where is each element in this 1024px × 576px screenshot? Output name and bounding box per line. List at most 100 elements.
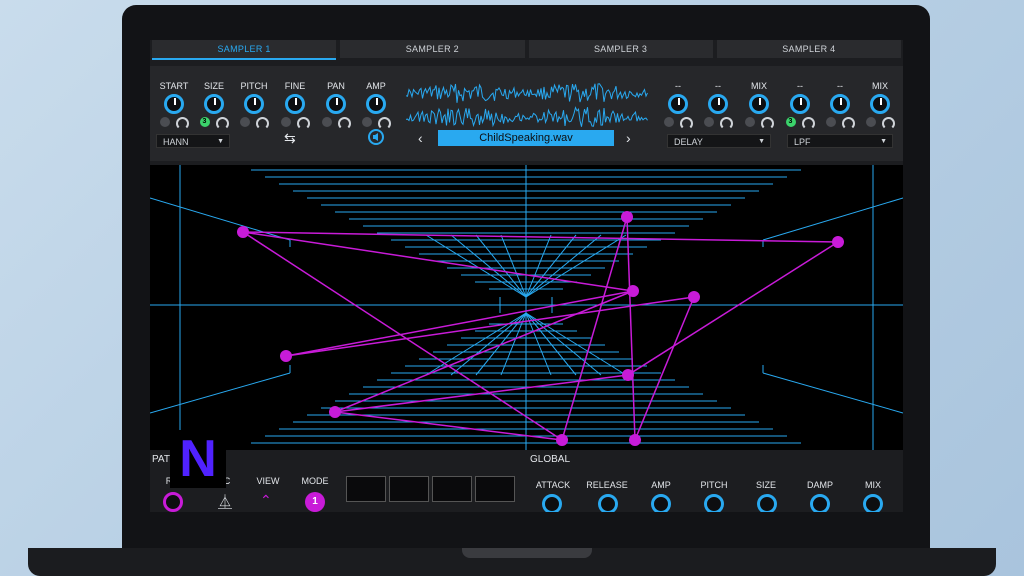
grain-point[interactable] bbox=[688, 291, 700, 303]
chevron-up-icon[interactable]: ⌃ bbox=[260, 492, 272, 509]
perspective-ray-top bbox=[525, 234, 602, 298]
perspective-ray-top bbox=[500, 234, 527, 298]
fx1-mix-knob[interactable] bbox=[749, 94, 769, 114]
amp-knob[interactable] bbox=[366, 94, 386, 114]
pattern-thumb-4[interactable] bbox=[475, 476, 515, 502]
pitch-label: PITCH bbox=[240, 81, 268, 91]
pattern-thumb-1[interactable] bbox=[346, 476, 386, 502]
size-knob[interactable] bbox=[204, 94, 224, 114]
effect-1-select-value: DELAY bbox=[674, 137, 703, 147]
grain-visualizer[interactable] bbox=[150, 165, 903, 450]
amp-mod-ring[interactable] bbox=[377, 117, 391, 130]
start-mod-ring[interactable] bbox=[175, 117, 189, 130]
amp-label: AMP bbox=[366, 81, 386, 91]
metronome-icon[interactable]: ⏅ bbox=[218, 492, 232, 512]
fx1-mix-mod-ring[interactable] bbox=[760, 117, 774, 130]
fx1-knob-1-mod-dot[interactable] bbox=[663, 117, 674, 127]
fx1-mix-mod-dot[interactable] bbox=[744, 117, 755, 127]
fx2-mix-mod-dot[interactable] bbox=[865, 117, 876, 127]
waveform-trace bbox=[406, 106, 648, 128]
grain-path-segment bbox=[561, 216, 628, 441]
fx2-knob-2[interactable] bbox=[830, 94, 850, 114]
grain-point[interactable] bbox=[280, 350, 292, 362]
pan-mod-ring[interactable] bbox=[337, 117, 351, 130]
pattern-mode-label: MODE bbox=[301, 476, 329, 486]
effect-2-select-value: LPF bbox=[794, 137, 811, 147]
amp-knob-group: AMP bbox=[356, 80, 396, 130]
pattern-rate-knob[interactable] bbox=[163, 492, 183, 512]
fx1-knob-2-mod-dot[interactable] bbox=[703, 117, 714, 127]
waveform-bottom bbox=[406, 106, 648, 128]
global-mix-knob[interactable] bbox=[863, 494, 883, 512]
fine-mod-dot[interactable] bbox=[280, 117, 291, 127]
grain-point[interactable] bbox=[627, 285, 639, 297]
chevron-down-icon: ▼ bbox=[217, 138, 224, 145]
tab-sampler-4[interactable]: SAMPLER 4 bbox=[716, 40, 901, 58]
start-mod-dot[interactable] bbox=[159, 117, 170, 127]
fx2-mix-knob[interactable] bbox=[870, 94, 890, 114]
fine-mod-ring[interactable] bbox=[296, 117, 310, 130]
fx1-knob-2-mod-ring[interactable] bbox=[719, 117, 733, 130]
fx2-knob-1[interactable] bbox=[790, 94, 810, 114]
global-size-knob[interactable] bbox=[757, 494, 777, 512]
size-label: SIZE bbox=[203, 81, 224, 91]
swap-arrows-icon[interactable]: ⇆ bbox=[284, 130, 296, 147]
fx1-knob-1[interactable] bbox=[668, 94, 688, 114]
effect-1-select[interactable]: DELAY ▼ bbox=[667, 134, 771, 148]
fx2-knob-1-mod-badge[interactable]: 3 bbox=[785, 117, 796, 127]
pattern-thumb-2[interactable] bbox=[389, 476, 429, 502]
chevron-down-icon: ▼ bbox=[880, 138, 887, 145]
grain-path-segment bbox=[626, 216, 636, 441]
global-damp-knob[interactable] bbox=[810, 494, 830, 512]
fx2-knob-2-mod-dot[interactable] bbox=[825, 117, 836, 127]
global-amp-knob[interactable] bbox=[651, 494, 671, 512]
global-release-knob[interactable] bbox=[598, 494, 618, 512]
grain-point[interactable] bbox=[329, 406, 341, 418]
fx1-knob-1-mod-ring[interactable] bbox=[679, 117, 693, 130]
fx1-knob-2[interactable] bbox=[708, 94, 728, 114]
tab-sampler-1[interactable]: SAMPLER 1 bbox=[152, 40, 337, 60]
pan-knob[interactable] bbox=[326, 94, 346, 114]
grain-point[interactable] bbox=[621, 211, 633, 223]
tab-sampler-2[interactable]: SAMPLER 2 bbox=[340, 40, 525, 58]
grain-point[interactable] bbox=[629, 434, 641, 446]
effect-2-select[interactable]: LPF ▼ bbox=[787, 134, 893, 148]
fx2-knob-2-mod-ring[interactable] bbox=[841, 117, 855, 130]
pitch-mod-ring[interactable] bbox=[255, 117, 269, 130]
grain-point[interactable] bbox=[237, 226, 249, 238]
pan-mod-dot[interactable] bbox=[321, 117, 332, 127]
global-size-label: SIZE bbox=[755, 480, 776, 490]
pitch-knob[interactable] bbox=[244, 94, 264, 114]
prev-file-button[interactable]: ‹ bbox=[418, 130, 423, 146]
fx1-knob-1-label: -- bbox=[675, 81, 681, 91]
start-label: START bbox=[159, 81, 189, 91]
sample-file-name[interactable]: ChildSpeaking.wav bbox=[438, 130, 614, 146]
start-knob[interactable] bbox=[164, 94, 184, 114]
pattern-mode-button[interactable]: 1 bbox=[305, 492, 325, 512]
global-attack-knob[interactable] bbox=[542, 494, 562, 512]
fx2-knob-1-mod-ring[interactable] bbox=[801, 117, 815, 130]
pitch-mod-dot[interactable] bbox=[239, 117, 250, 127]
visualizer-grid bbox=[150, 165, 903, 450]
fx2-knob-1-group: -- 3 bbox=[780, 80, 820, 130]
size-mod-badge[interactable]: 3 bbox=[199, 117, 210, 127]
global-pitch-knob[interactable] bbox=[704, 494, 724, 512]
grain-point[interactable] bbox=[832, 236, 844, 248]
fx2-mix-mod-ring[interactable] bbox=[881, 117, 895, 130]
size-mod-ring[interactable] bbox=[215, 117, 229, 130]
speaker-icon[interactable] bbox=[368, 129, 384, 145]
fx1-knob-2-label: -- bbox=[715, 81, 721, 91]
grain-point[interactable] bbox=[556, 434, 568, 446]
grain-point[interactable] bbox=[622, 369, 634, 381]
waveform-display[interactable] bbox=[406, 80, 648, 130]
pan-knob-group: PAN bbox=[316, 80, 356, 130]
perspective-ray-top bbox=[525, 234, 577, 298]
window-select[interactable]: HANN ▼ bbox=[156, 134, 230, 148]
global-amp-label: AMP bbox=[651, 480, 671, 490]
left-diagonal-bottom bbox=[150, 372, 291, 414]
amp-mod-dot[interactable] bbox=[361, 117, 372, 127]
tab-sampler-3[interactable]: SAMPLER 3 bbox=[528, 40, 713, 58]
pattern-thumb-3[interactable] bbox=[432, 476, 472, 502]
fine-knob[interactable] bbox=[285, 94, 305, 114]
next-file-button[interactable]: › bbox=[626, 130, 631, 146]
